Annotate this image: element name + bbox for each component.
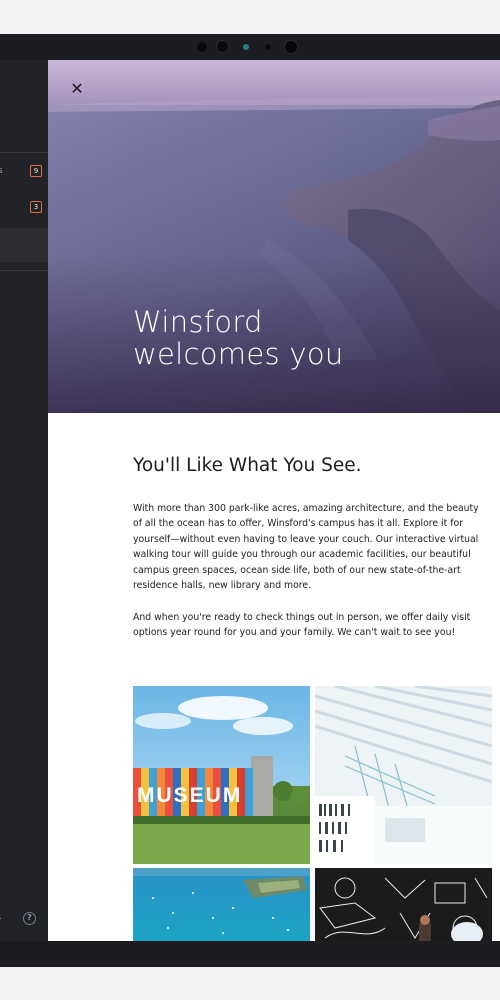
sidebar-item-label: s: [0, 166, 3, 176]
camera-lens: [284, 40, 298, 54]
mural-street-art-photo: [315, 868, 492, 941]
sidebar: s 9 3: [0, 60, 48, 941]
intro-paragraph: With more than 300 park-like acres, amaz…: [133, 503, 479, 592]
hero-title-line: welcomes you: [133, 337, 344, 371]
camera-lens: [216, 40, 229, 53]
sensor-dot: [265, 44, 271, 50]
visit-paragraph: And when you're ready to check things ou…: [133, 612, 471, 639]
hero-image: ✕ Winsford welcomes you: [48, 60, 500, 413]
museum-building-photo: MUSEUM: [133, 686, 310, 864]
harbor-aerial-photo: [133, 868, 310, 941]
sidebar-divider: [0, 270, 48, 271]
museum-sign-text: MUSEUM: [137, 784, 242, 807]
sensor-dot: [197, 42, 207, 52]
help-icon[interactable]: ?: [23, 912, 36, 925]
hero-title-line: Winsford: [133, 305, 263, 339]
section-heading: You'll Like What You See.: [133, 455, 362, 476]
indicator-light: [243, 44, 249, 50]
sidebar-footer-arrow[interactable]: ›: [0, 914, 2, 924]
sidebar-divider: [0, 152, 48, 153]
notification-badge: 3: [30, 201, 42, 213]
close-icon[interactable]: ✕: [68, 80, 86, 98]
sidebar-item-active[interactable]: [0, 228, 48, 262]
hero-title: Winsford welcomes you: [133, 306, 473, 370]
welcome-modal: ✕ Winsford welcomes you You'll Like What…: [48, 60, 500, 941]
device-bottom-bezel: [0, 941, 500, 967]
device-top-bezel: [0, 34, 500, 60]
library-interior-photo: [315, 686, 492, 864]
notification-badge: 9: [30, 165, 42, 177]
